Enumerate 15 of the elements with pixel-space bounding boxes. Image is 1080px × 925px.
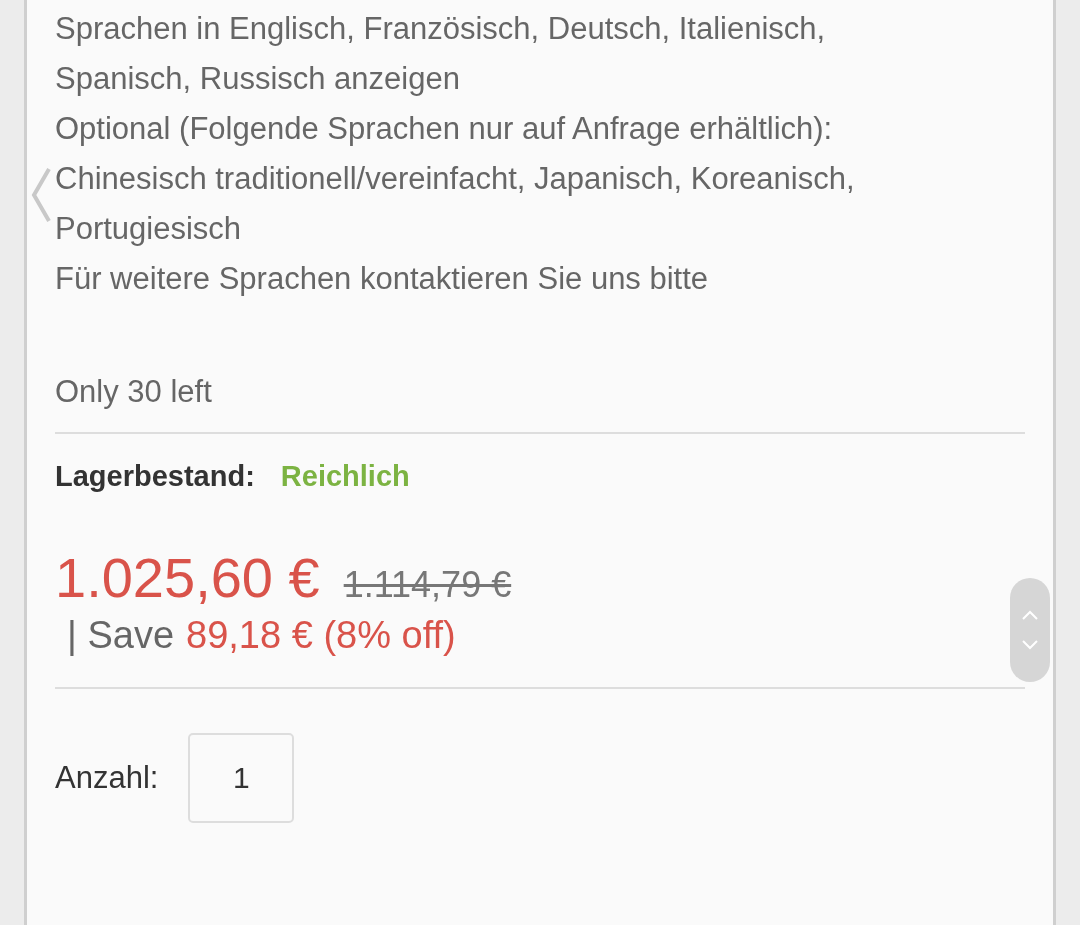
description-line: Chinesisch traditionell/vereinfacht, Japanisch, Koreanisch, Portugiesisch [55, 160, 856, 248]
quantity-field[interactable]: 1 [188, 733, 295, 823]
stock-value: Reichlich [280, 460, 410, 493]
description-line: Sprachen in Englisch, Französisch, Deutsch, Italienisch, Spanisch, Russisch anzeigen [55, 10, 827, 98]
description-line: Optional (Folgende Sprachen nur auf Anfrage erhältlich): [55, 110, 834, 148]
save-amount: 89,18 € (8% off) [186, 614, 456, 657]
chevron-left-icon[interactable] [31, 165, 51, 225]
original-price: 1.114,79 € [343, 564, 512, 606]
stock-label: Lagerbestand: [55, 460, 255, 493]
scroll-handle[interactable] [1010, 578, 1050, 682]
stock-note: Only 30 left [55, 373, 213, 411]
save-label: | Save [67, 614, 175, 657]
quantity-label: Anzahl: [55, 760, 159, 796]
current-price: 1.025,60 € [55, 545, 320, 610]
description-line: Für weitere Sprachen kontaktieren Sie uns bitte [55, 260, 710, 298]
